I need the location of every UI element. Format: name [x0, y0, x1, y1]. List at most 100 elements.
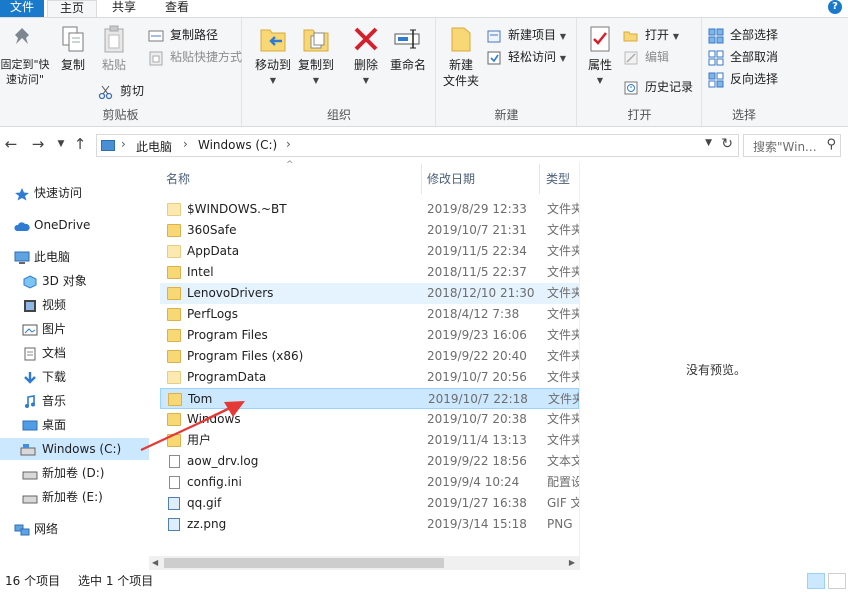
easy-access-button[interactable]: 轻松访问 ▼	[486, 48, 566, 68]
recent-locations-icon[interactable]: ▼	[52, 135, 70, 153]
search-box[interactable]: 搜索"Win... ⚲	[743, 134, 841, 157]
nav-drive-d[interactable]: 新加卷 (D:)	[22, 462, 142, 484]
nav-this-pc[interactable]: 此电脑	[14, 246, 134, 268]
column-divider[interactable]	[539, 164, 540, 194]
file-type: 文件夹	[547, 265, 579, 279]
nav-onedrive[interactable]: OneDrive	[14, 214, 134, 236]
file-row[interactable]: Tom 2019/10/7 22:18 文件夹	[160, 388, 580, 409]
copy-path-button[interactable]: 复制路径	[148, 26, 218, 46]
file-row[interactable]: qq.gif 2019/1/27 16:38 GIF 文件	[160, 493, 579, 514]
new-folder-button[interactable]: 新建 文件夹	[440, 24, 482, 89]
file-row[interactable]: ProgramData 2019/10/7 20:56 文件夹	[160, 367, 579, 388]
column-header-date[interactable]: 修改日期	[427, 162, 537, 192]
move-to-dropdown-icon: ▼	[269, 76, 277, 85]
file-row[interactable]: Windows 2019/10/7 20:38 文件夹	[160, 409, 579, 430]
nav-documents[interactable]: 文档	[22, 342, 142, 364]
open-dropdown-icon: ▼	[672, 32, 679, 41]
up-button[interactable]: ↑	[71, 135, 89, 153]
file-row[interactable]: config.ini 2019/9/4 10:24 配置设置	[160, 472, 579, 493]
breadcrumb-windows-c[interactable]: Windows (C:)	[198, 138, 277, 152]
tab-home[interactable]: 主页	[47, 0, 97, 18]
properties-icon	[585, 24, 615, 54]
file-name: Program Files (x86)	[187, 349, 304, 363]
file-row[interactable]: LenovoDrivers 2018/12/10 21:30 文件夹	[160, 283, 579, 304]
copy-to-button[interactable]: 复制到 ▼	[296, 24, 336, 89]
file-row[interactable]: PerfLogs 2018/4/12 7:38 文件夹	[160, 304, 579, 325]
delete-button[interactable]: 删除 ▼	[349, 24, 383, 89]
folder-icon	[167, 287, 181, 300]
file-row[interactable]: Program Files (x86) 2019/9/22 20:40 文件夹	[160, 346, 579, 367]
file-row[interactable]: 用户 2019/11/4 13:13 文件夹	[160, 430, 579, 451]
easy-access-icon	[486, 50, 502, 66]
tab-share[interactable]: 共享	[100, 0, 148, 17]
nav-pictures[interactable]: 图片	[22, 318, 142, 340]
cube-icon	[22, 274, 38, 289]
tab-view[interactable]: 查看	[152, 0, 202, 17]
paste-shortcut-button[interactable]: 粘贴快捷方式	[148, 48, 242, 68]
nav-drive-e[interactable]: 新加卷 (E:)	[22, 486, 142, 508]
file-row[interactable]: Intel 2018/11/5 22:37 文件夹	[160, 262, 579, 283]
nav-drive-c[interactable]: Windows (C:)	[0, 438, 149, 460]
new-item-dropdown-icon: ▼	[559, 32, 566, 41]
drive-icon	[20, 442, 36, 456]
file-type: 文件夹	[547, 244, 579, 258]
file-date: 2019/9/23 16:06	[427, 328, 527, 342]
rename-button[interactable]: 重命名	[387, 24, 429, 73]
move-to-button[interactable]: 移动到 ▼	[253, 24, 293, 89]
ribbon-group-organize: 移动到 ▼ 复制到 ▼ 删除 ▼ 重命名 组织	[243, 18, 436, 126]
file-date: 2019/10/7 22:18	[428, 392, 528, 406]
file-row[interactable]: aow_drv.log 2019/9/22 18:56 文本文档	[160, 451, 579, 472]
copy-button[interactable]: 复制	[55, 24, 91, 73]
help-icon[interactable]: ?	[828, 0, 842, 14]
pin-to-quick-access-button[interactable]: 固定到"快 速访问"	[0, 24, 50, 87]
file-date: 2019/3/14 15:18	[427, 517, 527, 531]
nav-3d-objects[interactable]: 3D 对象	[22, 270, 142, 292]
file-row[interactable]: Program Files 2019/9/23 16:06 文件夹	[160, 325, 579, 346]
nav-music[interactable]: 音乐	[22, 390, 142, 412]
back-button[interactable]: ←	[2, 135, 20, 153]
refresh-button[interactable]: ↻	[721, 136, 733, 152]
new-item-button[interactable]: 新建项目 ▼	[486, 26, 566, 46]
column-header-name[interactable]: 名称	[166, 162, 416, 192]
nav-network[interactable]: 网络	[14, 518, 134, 540]
file-list: ^ 名称 修改日期 类型 $WINDOWS.~BT 2019/8/29 12:33…	[149, 160, 580, 570]
tab-file[interactable]: 文件	[0, 0, 44, 17]
file-row[interactable]: 360Safe 2019/10/7 21:31 文件夹	[160, 220, 579, 241]
properties-button[interactable]: 属性 ▼	[580, 24, 620, 89]
breadcrumb-this-pc[interactable]: 此电脑	[136, 138, 172, 155]
scroll-left-icon[interactable]: ◀	[152, 556, 158, 570]
details-view-button[interactable]	[807, 573, 825, 589]
drive-icon	[22, 490, 38, 504]
file-row[interactable]: $WINDOWS.~BT 2019/8/29 12:33 文件夹	[160, 199, 579, 220]
cut-button[interactable]: 剪切	[98, 82, 144, 102]
file-row[interactable]: AppData 2019/11/5 22:34 文件夹	[160, 241, 579, 262]
invert-selection-button[interactable]: 反向选择	[708, 70, 778, 90]
folder-icon	[167, 329, 181, 342]
address-bar[interactable]: › 此电脑 › Windows (C:) › ▼ ↻	[96, 134, 739, 157]
column-divider[interactable]	[421, 164, 422, 194]
search-icon[interactable]: ⚲	[826, 137, 836, 152]
forward-button[interactable]: →	[29, 135, 47, 153]
open-button[interactable]: 打开 ▼	[623, 26, 679, 46]
history-button[interactable]: 历史记录	[623, 78, 693, 98]
nav-quick-access[interactable]: 快速访问	[14, 182, 134, 204]
scrollbar-thumb[interactable]	[164, 558, 444, 568]
edit-button[interactable]: 编辑	[623, 48, 669, 68]
address-dropdown-icon[interactable]: ▼	[705, 138, 712, 148]
file-row[interactable]: zz.png 2019/3/14 15:18 PNG	[160, 514, 579, 535]
select-none-button[interactable]: 全部取消	[708, 48, 778, 68]
nav-videos[interactable]: 视频	[22, 294, 142, 316]
select-all-button[interactable]: 全部选择	[708, 26, 778, 46]
invert-selection-icon	[708, 72, 724, 88]
large-icons-view-button[interactable]	[828, 573, 846, 589]
nav-desktop[interactable]: 桌面	[22, 414, 142, 436]
rename-label: 重命名	[389, 58, 426, 72]
scroll-right-icon[interactable]: ▶	[569, 556, 575, 570]
nav-downloads[interactable]: 下载	[22, 366, 142, 388]
ribbon-tab-bar: 文件 主页 共享 查看 ?	[0, 0, 848, 18]
file-date: 2019/9/22 18:56	[427, 454, 527, 468]
column-header-type[interactable]: 类型	[546, 162, 579, 192]
paste-shortcut-label: 粘贴快捷方式	[170, 50, 243, 64]
paste-button[interactable]: 粘贴	[96, 24, 132, 73]
horizontal-scrollbar[interactable]: ◀ ▶	[149, 556, 579, 570]
